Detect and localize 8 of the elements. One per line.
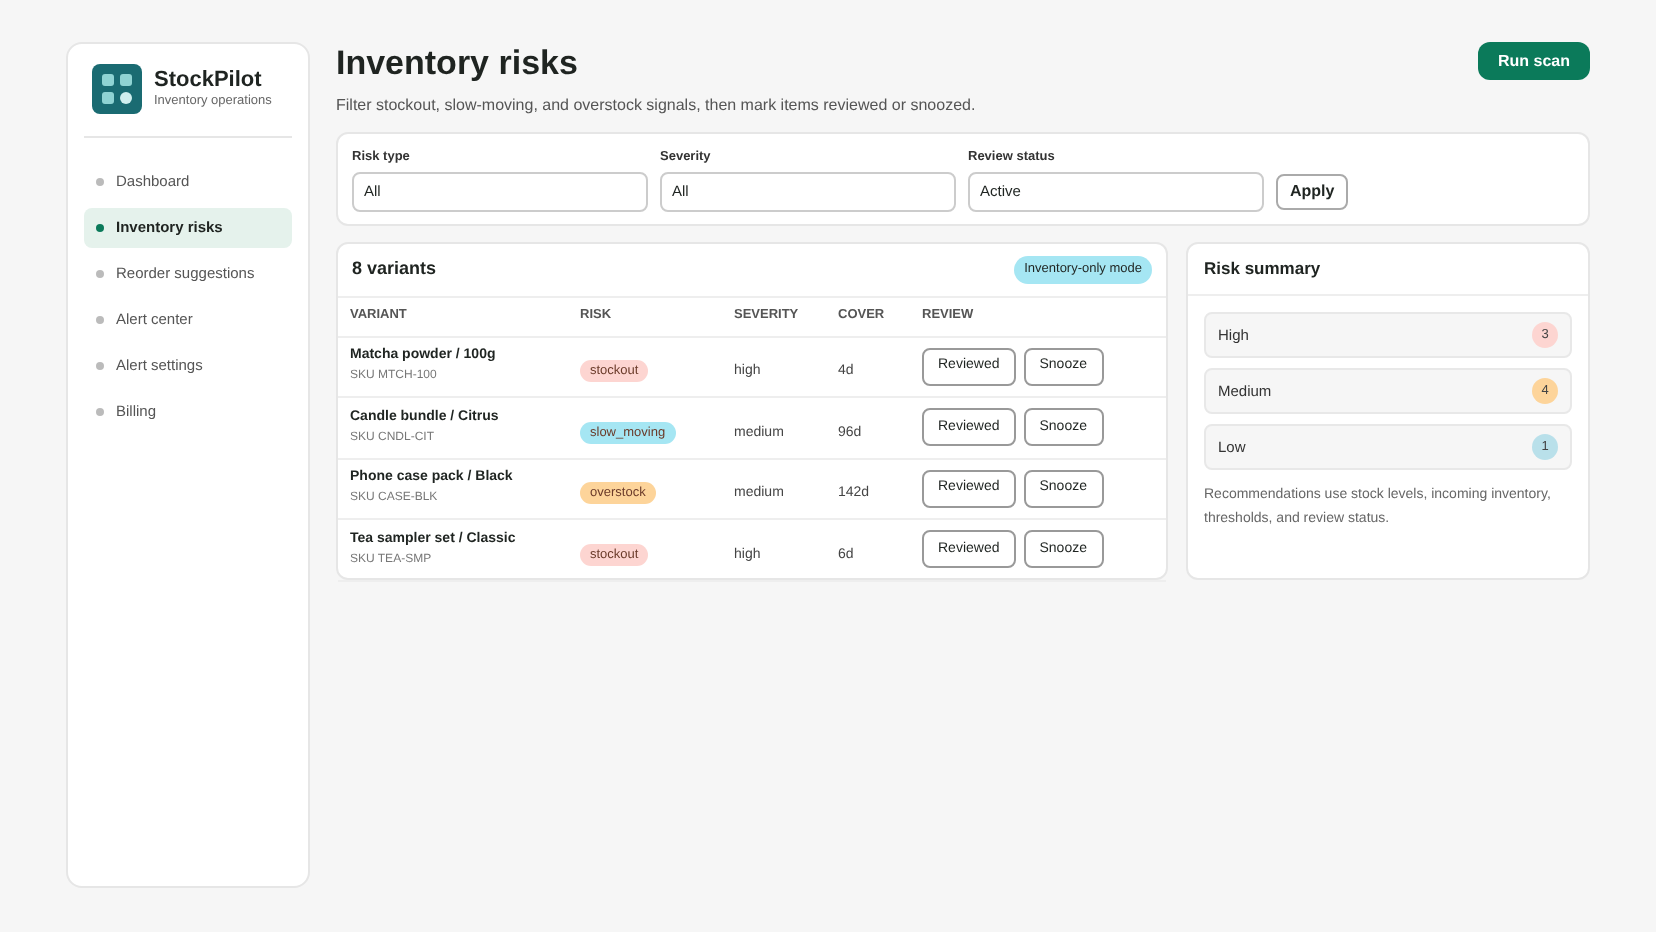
summary-title: Risk summary [1204, 256, 1321, 282]
page-title: Inventory risks [336, 42, 580, 86]
apply-button[interactable]: Apply [1276, 174, 1349, 210]
table-title: 8 variants [352, 256, 437, 283]
page-subtitle: Filter stockout, slow-moving, and overstock signals, then mark items reviewed or snoozed. [336, 94, 976, 118]
brand-name: StockPilot [154, 67, 264, 94]
run-scan-button[interactable]: Run scan [1477, 42, 1590, 80]
grid-logo-icon [92, 64, 142, 114]
